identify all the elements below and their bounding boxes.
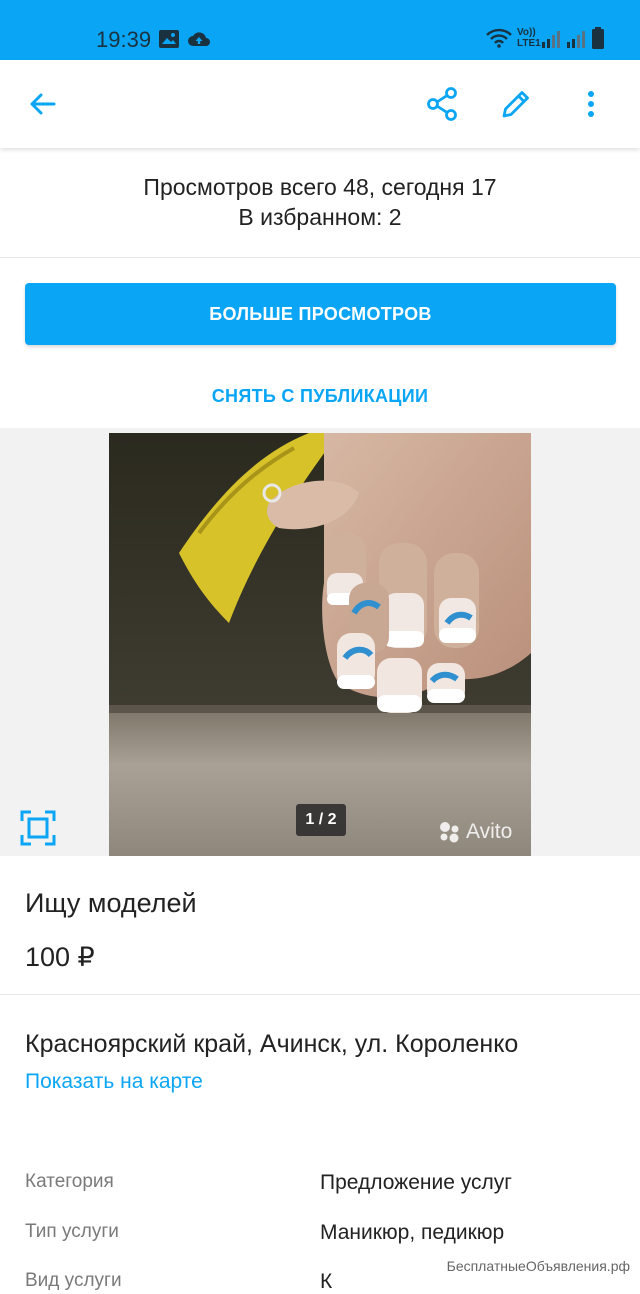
app-bar (0, 60, 640, 148)
divider (0, 994, 640, 995)
back-button[interactable] (20, 82, 64, 126)
network-type-label: Vo)) LTE1 (517, 27, 541, 49)
pencil-icon (502, 91, 529, 118)
favorites-count: В избранном: 2 (238, 204, 402, 230)
share-button[interactable] (420, 82, 464, 126)
param-label-category: Категория (25, 1171, 114, 1192)
listing-title: Ищу моделей (25, 888, 197, 918)
listing-address: Красноярский край, Ачинск, ул. Короленко (25, 1030, 519, 1058)
site-watermark: БесплатныеОбъявления.рф (446, 1258, 630, 1274)
photo-gallery[interactable]: 1 / 2 Avito (0, 428, 640, 856)
edit-button[interactable] (494, 82, 538, 126)
param-value-category: Предложение услуг (320, 1171, 512, 1194)
views-count: Просмотров всего 48, сегодня 17 (143, 174, 497, 200)
status-bar: 19:39 Vo)) LTE1 (0, 0, 640, 60)
status-time: 19:39 (96, 27, 152, 52)
share-icon (427, 87, 457, 121)
lte-label: LTE1 (517, 38, 541, 49)
cloud-upload-icon (187, 29, 211, 54)
watermark-text: Avito (466, 820, 513, 843)
listing-photo[interactable] (109, 433, 531, 856)
photo-counter: 1 / 2 (296, 804, 346, 836)
image-notification-icon (158, 29, 180, 54)
photo-watermark: Avito (438, 820, 512, 844)
avito-logo-icon (440, 822, 459, 843)
more-views-button[interactable]: БОЛЬШЕ ПРОСМОТРОВ (25, 283, 616, 345)
wifi-icon (486, 28, 512, 53)
listing-stats: Просмотров всего 48, сегодня 17 В избран… (0, 160, 640, 256)
param-label-service-type: Тип услуги (25, 1221, 119, 1242)
signal-strength-2-icon (567, 30, 587, 53)
divider (0, 257, 640, 258)
fullscreen-button[interactable] (20, 810, 56, 846)
unpublish-button[interactable]: СНЯТЬ С ПУБЛИКАЦИИ (0, 380, 640, 412)
more-vertical-icon (588, 91, 594, 117)
param-label-service-kind: Вид услуги (25, 1270, 122, 1291)
listing-price: 100 ₽ (25, 942, 95, 972)
volte-label: Vo)) (517, 27, 536, 38)
signal-strength-icon (542, 30, 562, 53)
battery-icon (592, 27, 604, 54)
arrow-left-icon (30, 93, 56, 115)
fullscreen-icon (20, 810, 56, 846)
more-options-button[interactable] (569, 82, 613, 126)
param-value-service-kind: К (320, 1270, 333, 1293)
param-value-service-type: Маникюр, педикюр (320, 1221, 505, 1244)
show-on-map-link[interactable]: Показать на карте (25, 1070, 203, 1094)
